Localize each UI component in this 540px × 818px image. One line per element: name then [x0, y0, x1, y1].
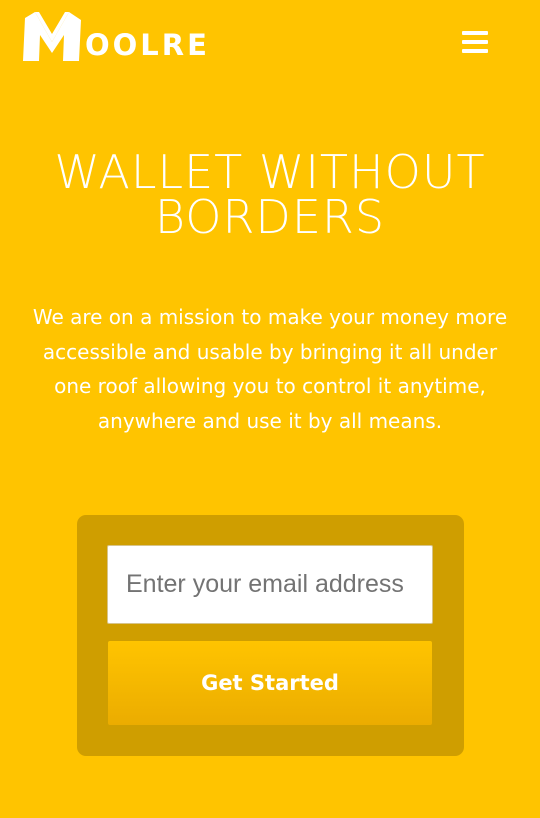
brand-logo-link[interactable]: OOLRE: [23, 12, 210, 61]
signup-form: Get Started: [77, 515, 464, 756]
hero-title: WALLET WITHOUT BORDERS: [54, 145, 486, 244]
brand-name: OOLRE: [85, 28, 210, 62]
email-field[interactable]: [107, 545, 433, 624]
moolre-m-logo-icon: [23, 12, 81, 61]
menu-bar-top: [462, 31, 488, 35]
get-started-button[interactable]: Get Started: [108, 641, 432, 725]
menu-bar-middle: [462, 40, 488, 44]
hero-subtitle: We are on a mission to make your money m…: [32, 305, 508, 433]
hamburger-menu-icon[interactable]: [460, 30, 490, 56]
menu-bar-bottom: [462, 49, 488, 53]
site-header: OOLRE: [0, 0, 540, 90]
